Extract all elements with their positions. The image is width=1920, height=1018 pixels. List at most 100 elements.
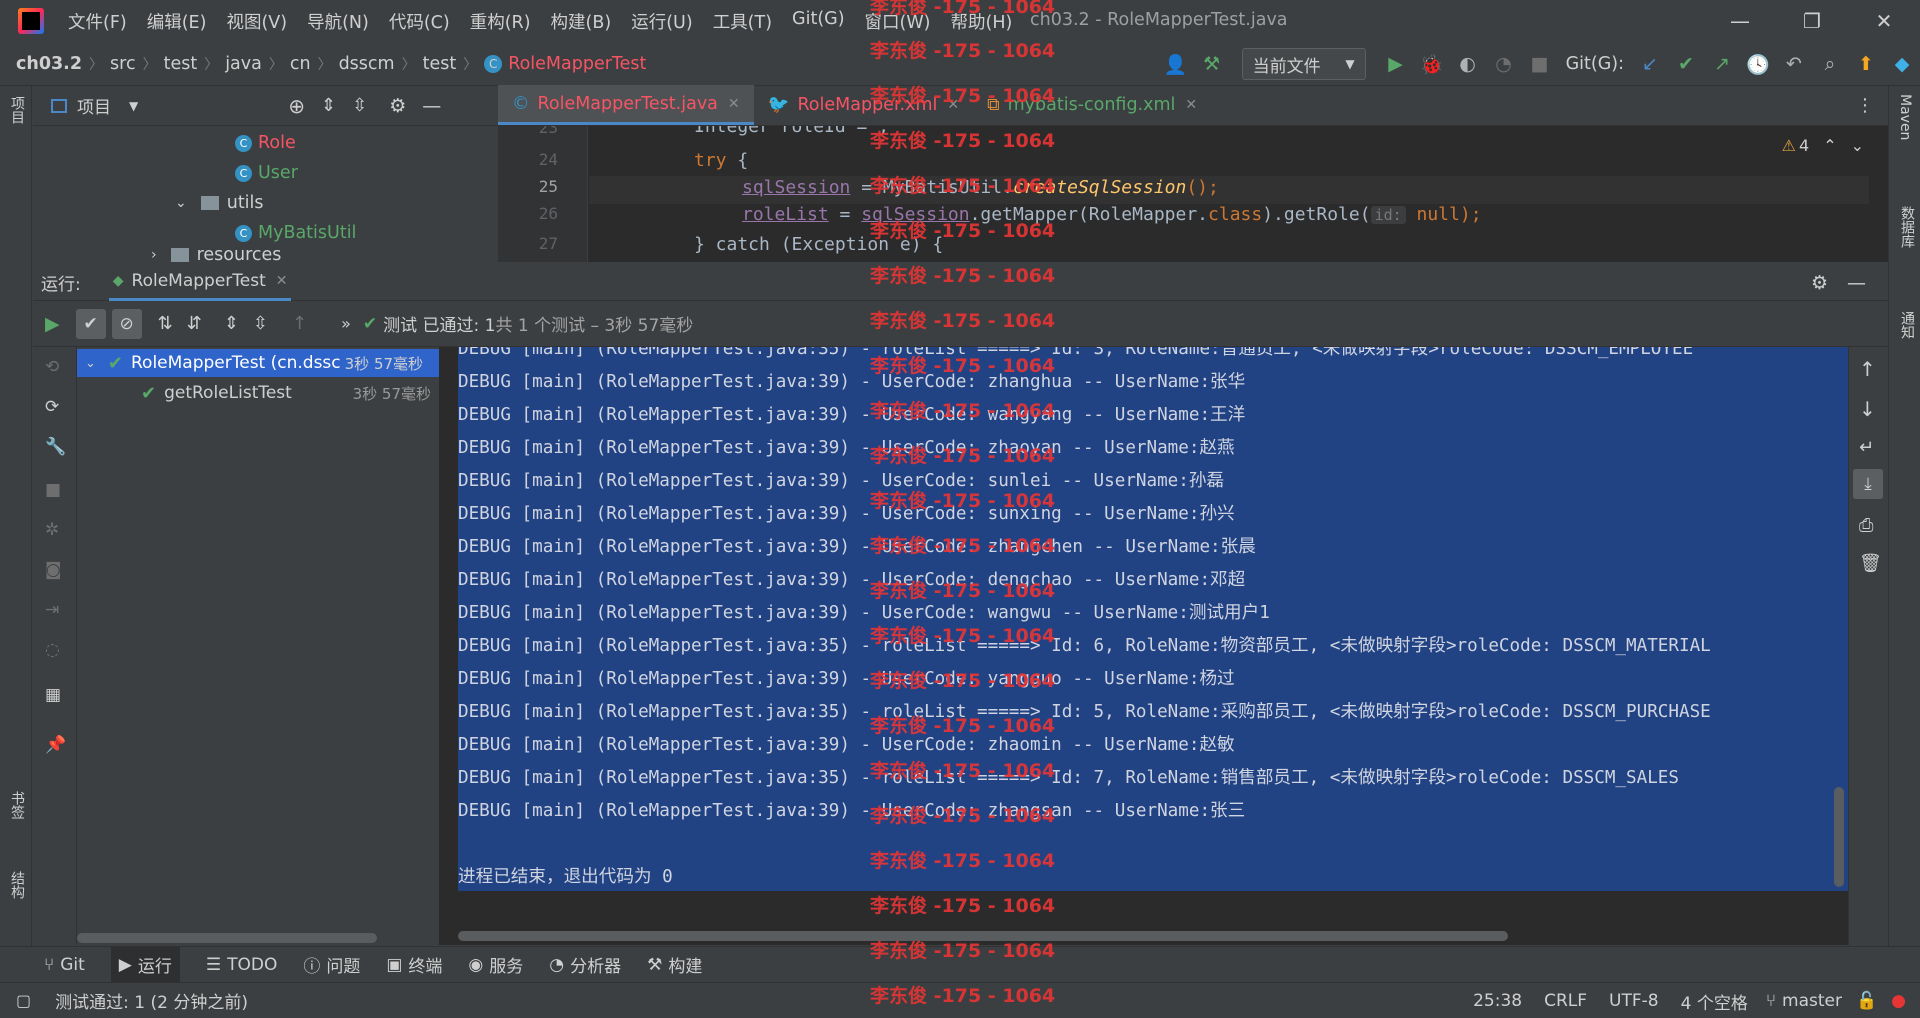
chevron-down-icon[interactable]: ▼ [129, 99, 138, 113]
arrow-down-icon[interactable]: ↓ [1859, 397, 1876, 421]
project-tool-button[interactable]: 项目 [7, 96, 27, 124]
menu-run[interactable]: 运行(U) [621, 9, 702, 34]
more-tabs-icon[interactable]: ⋮ [1856, 85, 1888, 125]
expand-all-icon[interactable]: ⇕ [224, 313, 239, 334]
build-hammer-icon[interactable]: ⚒ [1194, 46, 1230, 82]
tree-item-role[interactable]: C Role [33, 128, 296, 158]
user-icon[interactable]: 👤 [1158, 46, 1194, 82]
print-icon[interactable]: ⎙ [1859, 515, 1873, 536]
git-commit-icon[interactable]: ✔ [1668, 46, 1704, 82]
show-passed-icon[interactable]: ✔ [75, 308, 106, 339]
rerun-failed-icon[interactable]: ⟲ [45, 357, 59, 377]
hide-icon[interactable]: — [1847, 272, 1866, 294]
restore-icon[interactable]: ❐ [1776, 0, 1848, 42]
menu-tools[interactable]: 工具(T) [703, 9, 782, 34]
lock-icon[interactable]: 🔓 [1856, 991, 1877, 1011]
show-ignored-icon[interactable]: ⊘ [111, 308, 142, 339]
stop-icon[interactable]: ■ [1522, 46, 1558, 82]
tool-tab-build[interactable]: ⚒ 构建 [647, 952, 702, 978]
jetbrains-icon[interactable]: ◆ [1884, 46, 1920, 82]
code-editor[interactable]: 23 24 25 26 27 Integer roleId = ; try { … [498, 126, 1888, 262]
scroll-to-end-icon[interactable]: ⤓ [1853, 469, 1883, 499]
tool-tab-services[interactable]: ◉ 服务 [468, 952, 523, 978]
debug-icon[interactable]: ✲ [45, 520, 59, 540]
breadcrumb-test-pkg[interactable]: test [423, 54, 457, 74]
menu-git[interactable]: Git(G) [782, 9, 855, 34]
breadcrumb-src[interactable]: src [110, 54, 136, 74]
git-update-icon[interactable]: ↙ [1632, 46, 1668, 82]
debug-icon[interactable]: 🐞 [1414, 46, 1450, 82]
indent-setting[interactable]: 4 个空格 [1681, 989, 1748, 1014]
git-push-icon[interactable]: ↗ [1704, 46, 1740, 82]
hide-icon[interactable]: — [422, 95, 441, 117]
inspection-widget[interactable]: ⚠ 4 ⌃ ⌄ [1782, 136, 1864, 155]
breadcrumb-project[interactable]: ch03.2 [16, 54, 82, 74]
horizontal-scrollbar[interactable] [77, 933, 377, 943]
tool-tab-git[interactable]: ⑂ Git [44, 955, 85, 975]
breadcrumb-cn[interactable]: cn [290, 54, 311, 74]
gear-icon[interactable]: ⚙ [389, 95, 406, 117]
previous-failed-icon[interactable]: ↑ [292, 313, 307, 334]
arrow-up-icon[interactable]: ↑ [1859, 357, 1876, 381]
coverage-icon[interactable]: ◐ [1450, 46, 1486, 82]
close-icon[interactable]: ✕ [1848, 0, 1920, 42]
status-message[interactable]: 测试通过: 1 (2 分钟之前) [55, 988, 248, 1013]
menu-navigate[interactable]: 导航(N) [297, 9, 379, 34]
collapse-all-icon[interactable]: ⇳ [253, 313, 268, 334]
tree-item-mybatisutil[interactable]: C MyBatisUtil [33, 218, 356, 248]
breadcrumb-class[interactable]: RoleMapperTest [508, 54, 646, 74]
breadcrumb-test[interactable]: test [164, 54, 198, 74]
tool-tab-run[interactable]: ▶ 运行 [110, 946, 180, 983]
gear-icon[interactable]: ⚙ [1811, 272, 1828, 294]
pin-icon[interactable]: 📌 [45, 735, 66, 755]
project-panel-title[interactable]: 项目 [77, 93, 111, 118]
database-tool-button[interactable]: 数据库 [1897, 206, 1917, 248]
close-icon[interactable]: ✕ [276, 273, 288, 289]
history-icon[interactable]: ◌ [45, 640, 60, 660]
tree-item-utils[interactable]: ⌄ utils [33, 188, 264, 218]
close-icon[interactable]: ✕ [728, 96, 740, 112]
toggle-auto-test-icon[interactable]: ⟳ [45, 397, 59, 417]
history-icon[interactable]: 🕓 [1740, 46, 1776, 82]
run-icon[interactable]: ▶ [1378, 46, 1414, 82]
error-indicator-icon[interactable]: ● [1891, 991, 1906, 1011]
chevron-up-icon[interactable]: ⌃ [1823, 136, 1836, 155]
menu-build[interactable]: 构建(B) [541, 9, 622, 34]
menu-view[interactable]: 视图(V) [216, 9, 297, 34]
sort-alpha-icon[interactable]: ⇅ [158, 313, 173, 334]
test-tree-row-class[interactable]: ⌄ ✔ RoleMapperTest (cn.dssc 3秒 57毫秒 [77, 349, 439, 377]
tool-tab-terminal[interactable]: ▣ 终端 [386, 952, 442, 978]
tree-item-user[interactable]: C User [33, 158, 298, 188]
caret-position[interactable]: 25:38 [1473, 991, 1522, 1011]
line-separator[interactable]: CRLF [1544, 991, 1587, 1011]
menu-file[interactable]: 文件(F) [58, 9, 137, 34]
tab-rolemappertest-java[interactable]: © RoleMapperTest.java ✕ [498, 85, 754, 125]
tree-item-resources[interactable]: › resources [33, 248, 281, 262]
sort-duration-icon[interactable]: ⇵ [187, 313, 202, 334]
tool-tab-problems[interactable]: ⓘ 问题 [303, 952, 360, 977]
menu-code[interactable]: 代码(C) [379, 9, 460, 34]
layout-icon[interactable]: ▦ [45, 685, 61, 705]
more-icon[interactable]: » [341, 314, 351, 333]
profile-icon[interactable]: ◔ [1486, 46, 1522, 82]
tool-tab-profiler[interactable]: ◔ 分析器 [549, 952, 621, 978]
run-tab[interactable]: ◆ RoleMapperTest ✕ [108, 265, 292, 301]
search-icon[interactable]: ⌕ [1812, 46, 1848, 82]
import-icon[interactable]: ⇥ [45, 600, 59, 620]
breadcrumb-dsscm[interactable]: dsscm [339, 54, 395, 74]
minimize-icon[interactable]: — [1704, 0, 1776, 42]
tool-tab-todo[interactable]: ☰ TODO [206, 955, 278, 975]
vertical-scrollbar[interactable] [1834, 787, 1844, 887]
git-branch[interactable]: master [1782, 991, 1842, 1011]
stop-icon[interactable]: ■ [45, 480, 61, 500]
rollback-icon[interactable]: ↶ [1776, 46, 1812, 82]
run-config-dropdown[interactable]: 当前文件 ▼ [1241, 48, 1366, 80]
rerun-icon[interactable]: ▶ [45, 313, 60, 335]
menu-edit[interactable]: 编辑(E) [137, 9, 217, 34]
chevron-down-icon[interactable]: ⌄ [1851, 136, 1864, 155]
collapse-all-icon[interactable]: ⇳ [352, 95, 367, 116]
structure-tool-button[interactable]: 结构 [7, 871, 27, 899]
camera-icon[interactable]: ◙ [45, 560, 62, 580]
close-icon[interactable]: ✕ [1185, 97, 1197, 113]
file-encoding[interactable]: UTF-8 [1609, 991, 1659, 1011]
